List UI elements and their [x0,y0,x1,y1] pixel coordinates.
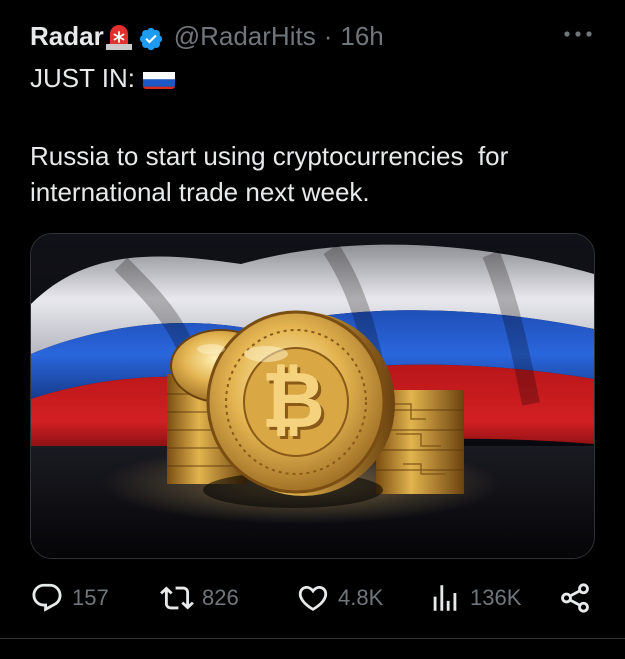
bitcoin-flag-illustration: ₿ ₿ [31,234,594,558]
siren-icon [105,21,132,50]
reply-count: 157 [72,585,109,610]
svg-text:₿: ₿ [261,356,325,446]
tweet-header-line: JUST IN: [30,60,175,96]
reply-button[interactable]: 157 [30,578,109,618]
tweet-header: Radar @RadarHits · 16h [30,16,384,56]
retweet-icon [160,586,194,610]
like-count: 4.8K [338,585,384,610]
reply-icon [32,583,62,612]
just-in-label: JUST IN: [30,63,135,93]
verified-badge-icon [138,23,164,51]
share-button[interactable] [558,578,592,618]
display-name[interactable]: Radar [30,16,104,56]
more-options-icon[interactable] [561,24,595,44]
analytics-icon [433,585,457,611]
retweet-count: 826 [202,585,239,610]
view-count: 136K [470,585,522,610]
retweet-button[interactable]: 826 [160,578,239,618]
separator-dot: · [323,21,333,51]
tweet-divider [0,638,625,639]
views-button[interactable]: 136K [428,578,521,618]
tweet-media-image[interactable]: ₿ ₿ [30,233,595,559]
heart-icon [298,585,328,611]
share-icon [561,583,589,613]
russian-flag-icon [142,67,175,89]
tweet-text: Russia to start using cryptocurrencies f… [30,141,516,207]
user-handle[interactable]: @RadarHits [174,16,316,56]
like-button[interactable]: 4.8K [296,578,383,618]
timestamp[interactable]: 16h [340,16,383,56]
tweet-actions-bar: 157 826 4.8K 136K [30,578,595,618]
tweet[interactable]: Radar @RadarHits · 16h JUST IN: Russia t… [0,0,625,659]
